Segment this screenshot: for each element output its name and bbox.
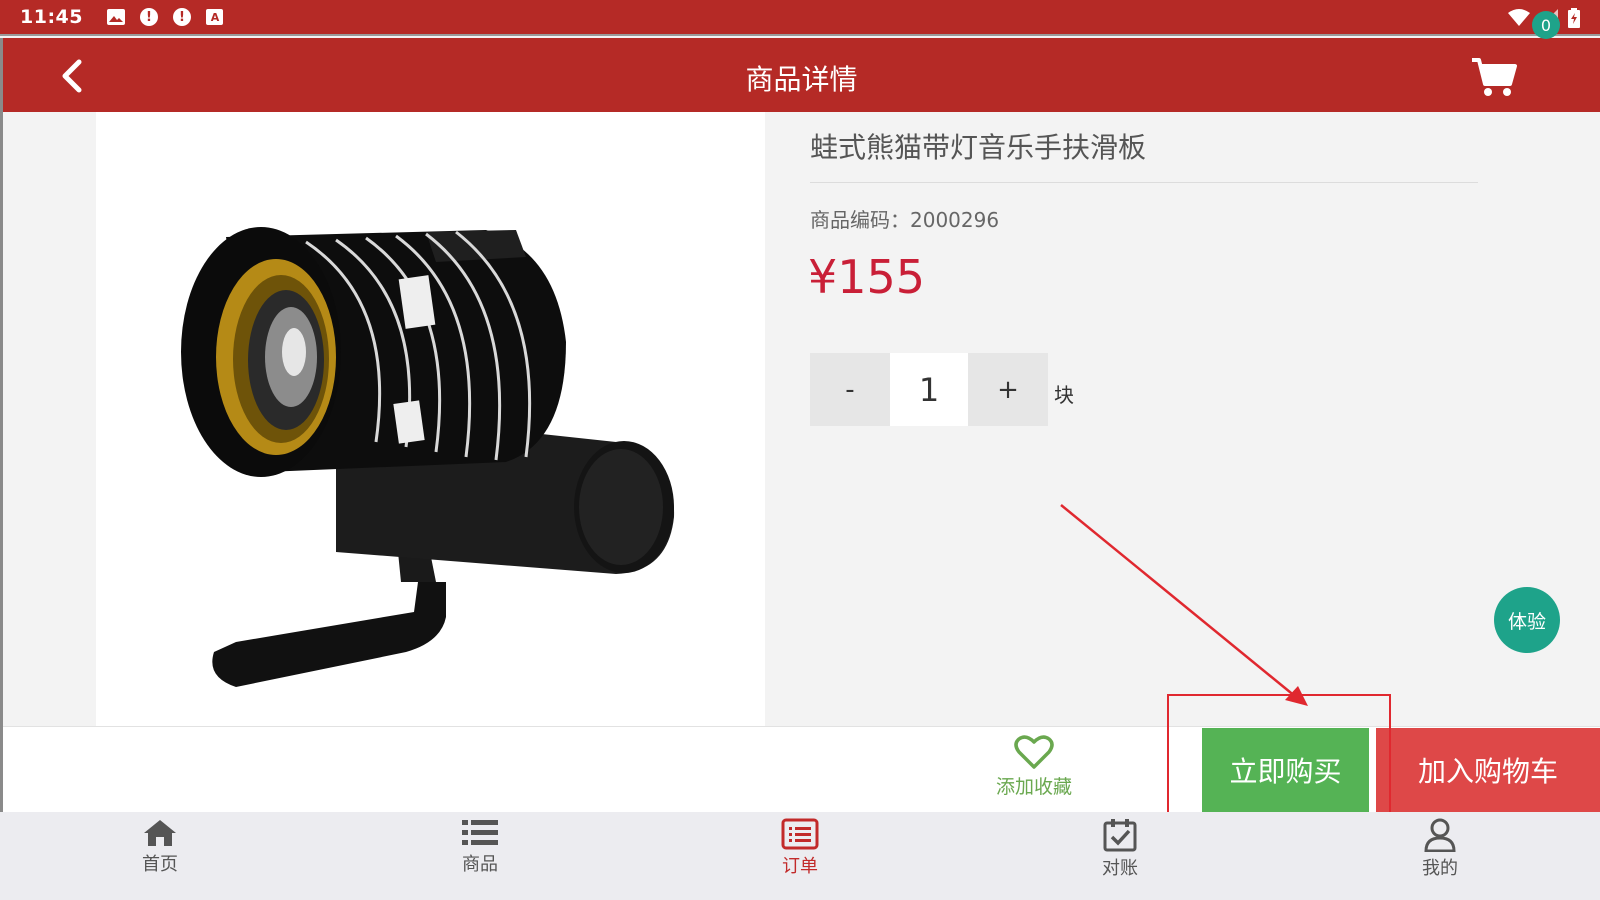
product-code-value: 2000296 [910,208,1000,232]
page-edge [0,38,3,813]
user-icon [1424,818,1456,852]
cart-button[interactable] [1470,56,1520,100]
nav-item-orders[interactable]: 订单 [640,812,960,900]
home-icon [144,820,176,846]
trial-badge-button[interactable]: 体验 [1494,587,1560,653]
alert-icon: ! [139,8,158,26]
bike-light-image [181,227,675,687]
product-price: ¥155 [808,250,926,304]
order-icon [781,818,819,850]
alert-icon: ! [172,8,191,26]
nav-label-home: 首页 [142,854,178,875]
cart-count-badge: 0 [1532,11,1560,39]
list-icon [462,820,498,845]
app-header: 商品详情 [3,38,1600,112]
nav-label-profile: 我的 [1422,858,1458,879]
nav-label-reconcile: 对账 [1102,858,1138,879]
add-to-cart-button[interactable]: 加入购物车 [1376,728,1600,812]
image-icon [106,8,125,26]
product-image [96,112,765,726]
text-icon: A [206,8,224,26]
quantity-minus-button[interactable]: - [810,353,890,426]
nav-item-products[interactable]: 商品 [320,812,640,900]
buy-now-button[interactable]: 立即购买 [1202,728,1369,812]
nav-item-profile[interactable]: 我的 [1280,812,1600,900]
product-name: 蛙式熊猫带灯音乐手扶滑板 [810,131,1147,164]
quantity-unit: 块 [1054,383,1074,407]
product-code-label: 商品编码： [810,208,910,232]
heart-icon [1014,735,1054,769]
wifi-icon [1508,9,1530,26]
add-favorite-button[interactable]: 添加收藏 [990,734,1078,804]
nav-label-products: 商品 [462,854,498,875]
nav-item-reconcile[interactable]: 对账 [960,812,1280,900]
divider [810,182,1478,183]
bottom-nav: 首页 商品 订单 对账 我的 [0,812,1600,900]
quantity-input[interactable]: 1 [890,353,968,426]
quantity-stepper: - 1 + 块 [810,353,1074,426]
status-time: 11:45 [20,6,83,28]
add-favorite-label: 添加收藏 [995,776,1072,798]
nav-item-home[interactable]: 首页 [0,812,320,900]
page-title: 商品详情 [745,63,858,96]
status-bar: 11:45 ! ! A [0,0,1600,36]
battery-icon [1568,8,1580,28]
nav-label-orders: 订单 [782,856,818,877]
quantity-plus-button[interactable]: + [968,353,1048,426]
calendar-check-icon [1103,819,1137,852]
cart-icon [1472,58,1517,96]
product-code: 商品编码：2000296 [810,204,999,233]
